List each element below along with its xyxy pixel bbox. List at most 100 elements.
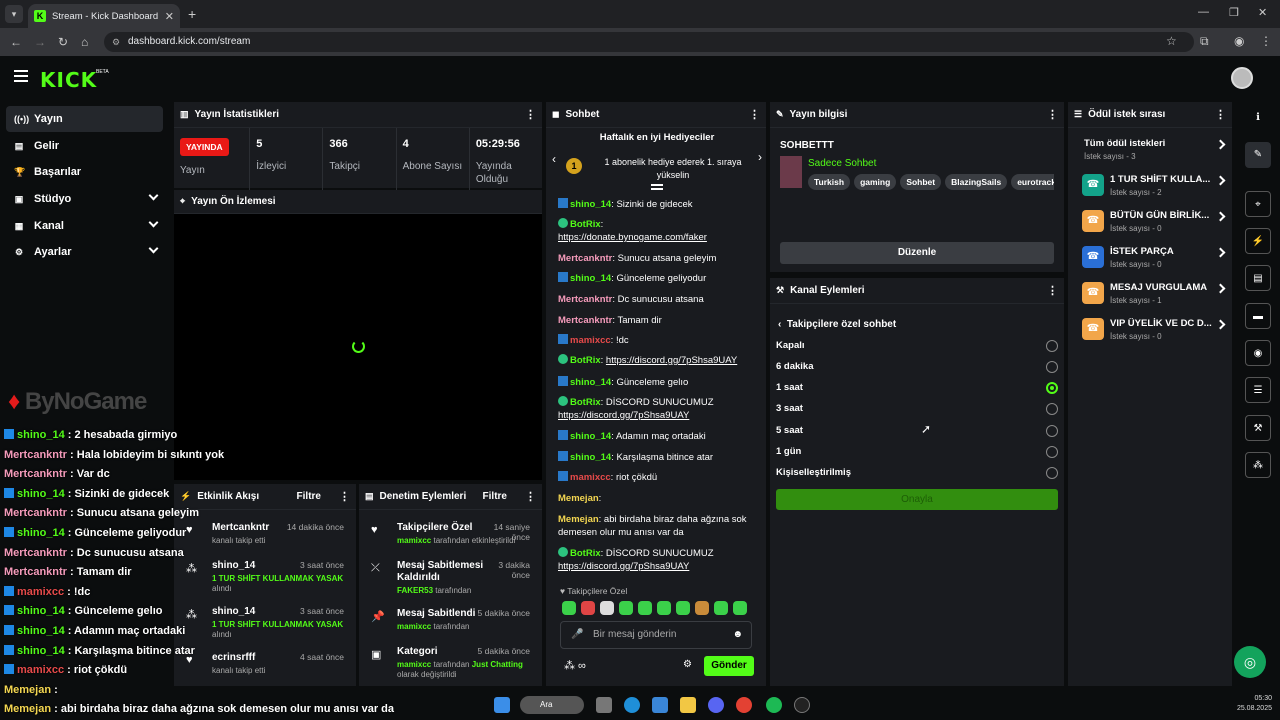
chat-username[interactable]: shino_14	[570, 199, 611, 210]
chat-link[interactable]: https://donate.bynogame.com/faker	[558, 232, 707, 243]
reward-item[interactable]: ☎ MESAJ VURGULAMA İstek sayısı - 1	[1076, 280, 1226, 316]
chat-username[interactable]: Mertcankntr	[558, 294, 612, 305]
radio-button[interactable]	[1046, 382, 1058, 394]
close-window-button[interactable]: ✕	[1258, 6, 1267, 19]
tab-list-button[interactable]: ▾	[5, 5, 23, 23]
chat-username[interactable]: Memejan	[558, 493, 599, 504]
sidebar-item-gelir[interactable]: ▤ Gelir	[6, 133, 163, 159]
emote-icon[interactable]	[657, 601, 671, 615]
system-tray-clock[interactable]: 05:30 25.08.2025	[1237, 694, 1272, 714]
radio-option[interactable]: 5 saat	[776, 425, 1058, 445]
discord-icon[interactable]	[708, 697, 724, 713]
send-button[interactable]: Gönder	[704, 656, 754, 676]
chevron-left-icon[interactable]: ‹	[552, 152, 556, 166]
windows-start-icon[interactable]	[494, 697, 510, 713]
reward-item[interactable]: ☎ VIP ÜYELİK VE DC D... İstek sayısı - 0	[1076, 316, 1226, 352]
radio-option[interactable]: 6 dakika	[776, 361, 1058, 381]
category-name[interactable]: Sadece Sohbet	[808, 158, 876, 169]
radio-option[interactable]: 3 saat	[776, 403, 1058, 423]
reload-button[interactable]: ↻	[58, 35, 68, 49]
radio-option[interactable]: Kişiselleştirilmiş	[776, 467, 1058, 487]
emote-icon[interactable]	[733, 601, 747, 615]
preview-icon[interactable]: ⌖	[1245, 191, 1271, 217]
microphone-icon[interactable]: 🎤	[571, 622, 583, 648]
chat-link[interactable]: https://discord.gg/7pShsa9UAY	[558, 561, 689, 572]
radio-button[interactable]	[1046, 467, 1058, 479]
radio-option[interactable]: 1 gün	[776, 446, 1058, 466]
chat-input[interactable]: 🎤 Bir mesaj gönderin ☻	[560, 621, 752, 649]
kick-logo[interactable]: KICK	[40, 68, 97, 92]
edit-button[interactable]: Düzenle	[780, 242, 1054, 264]
reward-item[interactable]: ☎ 1 TUR SHİFT KULLA... İstek sayısı - 2	[1076, 172, 1226, 208]
url-field[interactable]: ⚙ dashboard.kick.com/stream	[104, 32, 1194, 52]
broadcast-icon[interactable]: ◉	[1245, 340, 1271, 366]
file-explorer-icon[interactable]	[680, 697, 696, 713]
drag-handle-icon[interactable]	[651, 184, 663, 190]
chat-username[interactable]: shino_14	[570, 273, 611, 284]
chat-link[interactable]: https://discord.gg/7pShsa9UAY	[606, 355, 737, 366]
radio-button[interactable]	[1046, 446, 1058, 458]
chat-settings-icon[interactable]: ⚙	[683, 659, 692, 670]
emoji-icon[interactable]: ☻	[732, 622, 743, 648]
chat-username[interactable]: BotRix	[570, 548, 601, 559]
sidebar-item-basarilar[interactable]: 🏆 Başarılar	[6, 159, 163, 185]
kebab-menu-icon[interactable]: ⋮	[1047, 284, 1058, 297]
chat-username[interactable]: Mertcankntr	[558, 253, 612, 264]
radio-option[interactable]: Kapalı	[776, 340, 1058, 360]
browser-tab[interactable]: K Stream - Kick Dashboard ✕	[28, 4, 180, 28]
radio-button[interactable]	[1046, 425, 1058, 437]
emote-icon[interactable]	[676, 601, 690, 615]
user-avatar[interactable]	[1231, 67, 1253, 89]
chat-username[interactable]: BotRix	[570, 397, 601, 408]
radio-button[interactable]	[1046, 361, 1058, 373]
emote-icon[interactable]	[600, 601, 614, 615]
back-button[interactable]: ←	[10, 35, 22, 49]
chat-username[interactable]: mamixcc	[570, 472, 611, 483]
reward-item[interactable]: ☎ İSTEK PARÇA İstek sayısı - 0	[1076, 244, 1226, 280]
obs-icon[interactable]	[794, 697, 810, 713]
chrome-icon[interactable]	[736, 697, 752, 713]
sidebar-item-yayin[interactable]: ((•)) Yayın	[6, 106, 163, 132]
pencil-icon[interactable]: ✎	[1245, 142, 1271, 168]
task-view-icon[interactable]	[596, 697, 612, 713]
browser-menu-icon[interactable]: ⋮	[1260, 34, 1272, 48]
site-info-icon[interactable]: ⚙	[112, 32, 120, 52]
spotify-icon[interactable]	[766, 697, 782, 713]
chat-username[interactable]: Mertcankntr	[558, 315, 612, 326]
sliders-icon[interactable]: ☰	[1245, 377, 1271, 403]
translate-icon[interactable]: ⧉	[1200, 34, 1209, 49]
emote-icon[interactable]	[562, 601, 576, 615]
reward-all-requests[interactable]: Tüm ödül istekleri İstek sayısı - 3	[1076, 136, 1226, 172]
lightning-icon[interactable]: ⚡	[1245, 228, 1271, 254]
radio-button[interactable]	[1046, 403, 1058, 415]
chat-username[interactable]: shino_14	[570, 377, 611, 388]
emote-icon[interactable]	[714, 601, 728, 615]
reward-icon[interactable]: ⁂	[1245, 452, 1271, 478]
emote-icon[interactable]	[638, 601, 652, 615]
emote-icon[interactable]	[581, 601, 595, 615]
emote-icon[interactable]	[619, 601, 633, 615]
chat-username[interactable]: Memejan	[558, 514, 599, 525]
new-tab-button[interactable]: +	[188, 6, 196, 22]
chat-link[interactable]: https://discord.gg/7pShsa9UAY	[558, 410, 689, 421]
reward-item[interactable]: ☎ BÜTÜN GÜN BİRLİK... İstek sayısı - 0	[1076, 208, 1226, 244]
chat-reward-icon[interactable]: ⁂ ∞	[564, 659, 586, 672]
restore-button[interactable]: ❐	[1229, 6, 1239, 19]
radio-button[interactable]	[1046, 340, 1058, 352]
profile-icon[interactable]: ◉	[1234, 34, 1244, 48]
sidebar-item-ayarlar[interactable]: ⚙ Ayarlar	[6, 239, 163, 265]
info-icon[interactable]: ℹ	[1245, 105, 1271, 131]
help-chat-icon[interactable]: ◎	[1234, 646, 1266, 678]
tab-close-icon[interactable]: ✕	[165, 10, 174, 23]
document-icon[interactable]: ▤	[1245, 265, 1271, 291]
kebab-menu-icon[interactable]: ⋮	[749, 108, 760, 121]
taskbar-search[interactable]: Ara	[520, 696, 584, 714]
chat-username[interactable]: BotRix	[570, 219, 601, 230]
sidebar-item-kanal[interactable]: ▦ Kanal	[6, 213, 163, 239]
chat-bubble-icon[interactable]: ▬	[1245, 303, 1271, 329]
kebab-menu-icon[interactable]: ⋮	[1215, 108, 1226, 121]
chevron-right-icon[interactable]: ›	[758, 150, 762, 164]
sidebar-item-studyo[interactable]: ▣ Stüdyo	[6, 186, 163, 212]
chat-username[interactable]: shino_14	[570, 452, 611, 463]
chat-username[interactable]: shino_14	[570, 431, 611, 442]
